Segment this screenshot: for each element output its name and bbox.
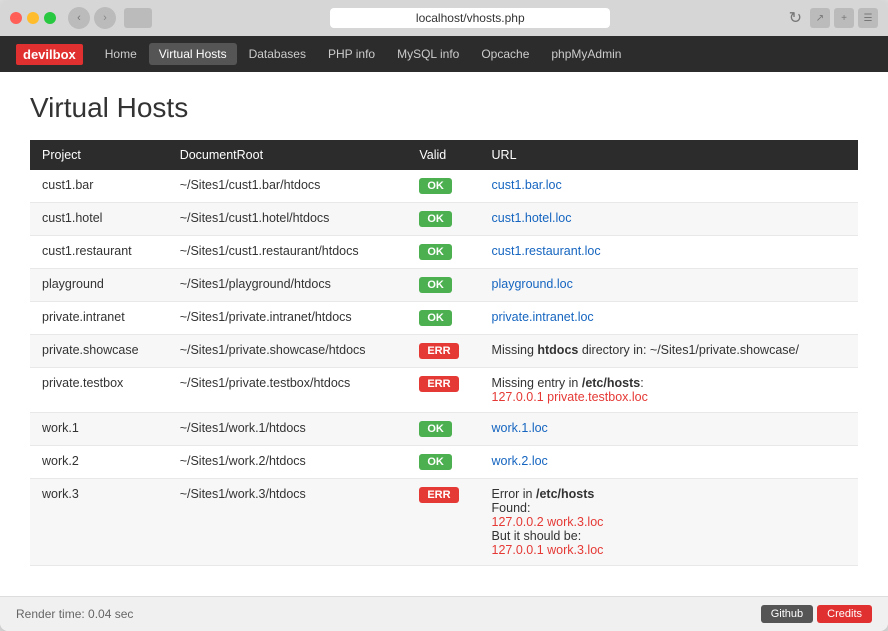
status-badge: OK [407,269,479,302]
footer: Render time: 0.04 sec Github Credits [0,596,888,631]
status-badge: OK [407,170,479,203]
url-link[interactable]: cust1.hotel.loc [492,211,572,225]
page-content: Virtual Hosts Project DocumentRoot Valid… [0,72,888,596]
docroot-path: ~/Sites1/private.testbox/htdocs [168,368,408,413]
footer-buttons: Github Credits [761,605,872,623]
url-link[interactable]: cust1.restaurant.loc [492,244,601,258]
status-badge: OK [407,446,479,479]
status-badge: ERR [407,335,479,368]
status-badge: OK [407,413,479,446]
project-name: work.3 [30,479,168,566]
vhost-table: Project DocumentRoot Valid URL cust1.bar… [30,140,858,566]
docroot-path: ~/Sites1/cust1.hotel/htdocs [168,203,408,236]
page-title: Virtual Hosts [30,92,858,124]
project-name: work.2 [30,446,168,479]
url-cell: cust1.bar.loc [480,170,858,203]
close-button[interactable] [10,12,22,24]
url-link[interactable]: cust1.bar.loc [492,178,562,192]
url-link[interactable]: work.1.loc [492,421,548,435]
nav-phpmyadmin[interactable]: phpMyAdmin [541,43,631,65]
table-row: cust1.bar ~/Sites1/cust1.bar/htdocs OK c… [30,170,858,203]
url-cell: cust1.restaurant.loc [480,236,858,269]
minimize-button[interactable] [27,12,39,24]
top-navigation: devilbox Home Virtual Hosts Databases PH… [0,36,888,72]
table-row: playground ~/Sites1/playground/htdocs OK… [30,269,858,302]
url-cell: work.2.loc [480,446,858,479]
nav-php-info[interactable]: PHP info [318,43,385,65]
docroot-path: ~/Sites1/cust1.bar/htdocs [168,170,408,203]
url-cell: Missing htdocs directory in: ~/Sites1/pr… [480,335,858,368]
status-badge: ERR [407,479,479,566]
url-cell: Error in /etc/hosts Found: 127.0.0.2 wor… [480,479,858,566]
maximize-button[interactable] [44,12,56,24]
col-valid: Valid [407,140,479,170]
project-name: work.1 [30,413,168,446]
back-button[interactable]: ‹ [68,7,90,29]
status-badge: ERR [407,368,479,413]
nav-mysql-info[interactable]: MySQL info [387,43,469,65]
url-cell: playground.loc [480,269,858,302]
project-name: private.showcase [30,335,168,368]
col-url: URL [480,140,858,170]
tab-button[interactable] [124,8,152,28]
render-time: Render time: 0.04 sec [16,607,133,621]
reload-button[interactable]: ↻ [789,8,802,28]
project-name: cust1.bar [30,170,168,203]
col-project: Project [30,140,168,170]
docroot-path: ~/Sites1/private.intranet/htdocs [168,302,408,335]
logo: devilbox [16,44,83,65]
project-name: playground [30,269,168,302]
docroot-path: ~/Sites1/work.1/htdocs [168,413,408,446]
sidebar-button[interactable]: ☰ [858,8,878,28]
table-row: work.1 ~/Sites1/work.1/htdocs OK work.1.… [30,413,858,446]
docroot-path: ~/Sites1/private.showcase/htdocs [168,335,408,368]
credits-button[interactable]: Credits [817,605,872,623]
nav-home[interactable]: Home [95,43,147,65]
github-button[interactable]: Github [761,605,813,623]
url-link[interactable]: work.2.loc [492,454,548,468]
address-bar[interactable]: localhost/vhosts.php [330,8,610,28]
table-row: private.showcase ~/Sites1/private.showca… [30,335,858,368]
project-name: cust1.hotel [30,203,168,236]
docroot-path: ~/Sites1/work.2/htdocs [168,446,408,479]
docroot-path: ~/Sites1/cust1.restaurant/htdocs [168,236,408,269]
share-button[interactable]: ↗ [810,8,830,28]
status-badge: OK [407,236,479,269]
url-cell: private.intranet.loc [480,302,858,335]
col-docroot: DocumentRoot [168,140,408,170]
table-row: work.3 ~/Sites1/work.3/htdocs ERR Error … [30,479,858,566]
status-badge: OK [407,203,479,236]
project-name: private.intranet [30,302,168,335]
docroot-path: ~/Sites1/playground/htdocs [168,269,408,302]
url-cell: work.1.loc [480,413,858,446]
url-link[interactable]: playground.loc [492,277,573,291]
table-row: work.2 ~/Sites1/work.2/htdocs OK work.2.… [30,446,858,479]
traffic-lights [10,12,56,24]
nav-opcache[interactable]: Opcache [471,43,539,65]
url-cell: Missing entry in /etc/hosts: 127.0.0.1 p… [480,368,858,413]
table-row: private.intranet ~/Sites1/private.intran… [30,302,858,335]
status-badge: OK [407,302,479,335]
docroot-path: ~/Sites1/work.3/htdocs [168,479,408,566]
nav-virtual-hosts[interactable]: Virtual Hosts [149,43,237,65]
url-cell: cust1.hotel.loc [480,203,858,236]
nav-links: Home Virtual Hosts Databases PHP info My… [95,43,632,65]
new-tab-button[interactable]: + [834,8,854,28]
url-link[interactable]: private.intranet.loc [492,310,594,324]
project-name: private.testbox [30,368,168,413]
table-row: cust1.hotel ~/Sites1/cust1.hotel/htdocs … [30,203,858,236]
nav-databases[interactable]: Databases [239,43,316,65]
table-row: private.testbox ~/Sites1/private.testbox… [30,368,858,413]
forward-button[interactable]: › [94,7,116,29]
project-name: cust1.restaurant [30,236,168,269]
table-row: cust1.restaurant ~/Sites1/cust1.restaura… [30,236,858,269]
